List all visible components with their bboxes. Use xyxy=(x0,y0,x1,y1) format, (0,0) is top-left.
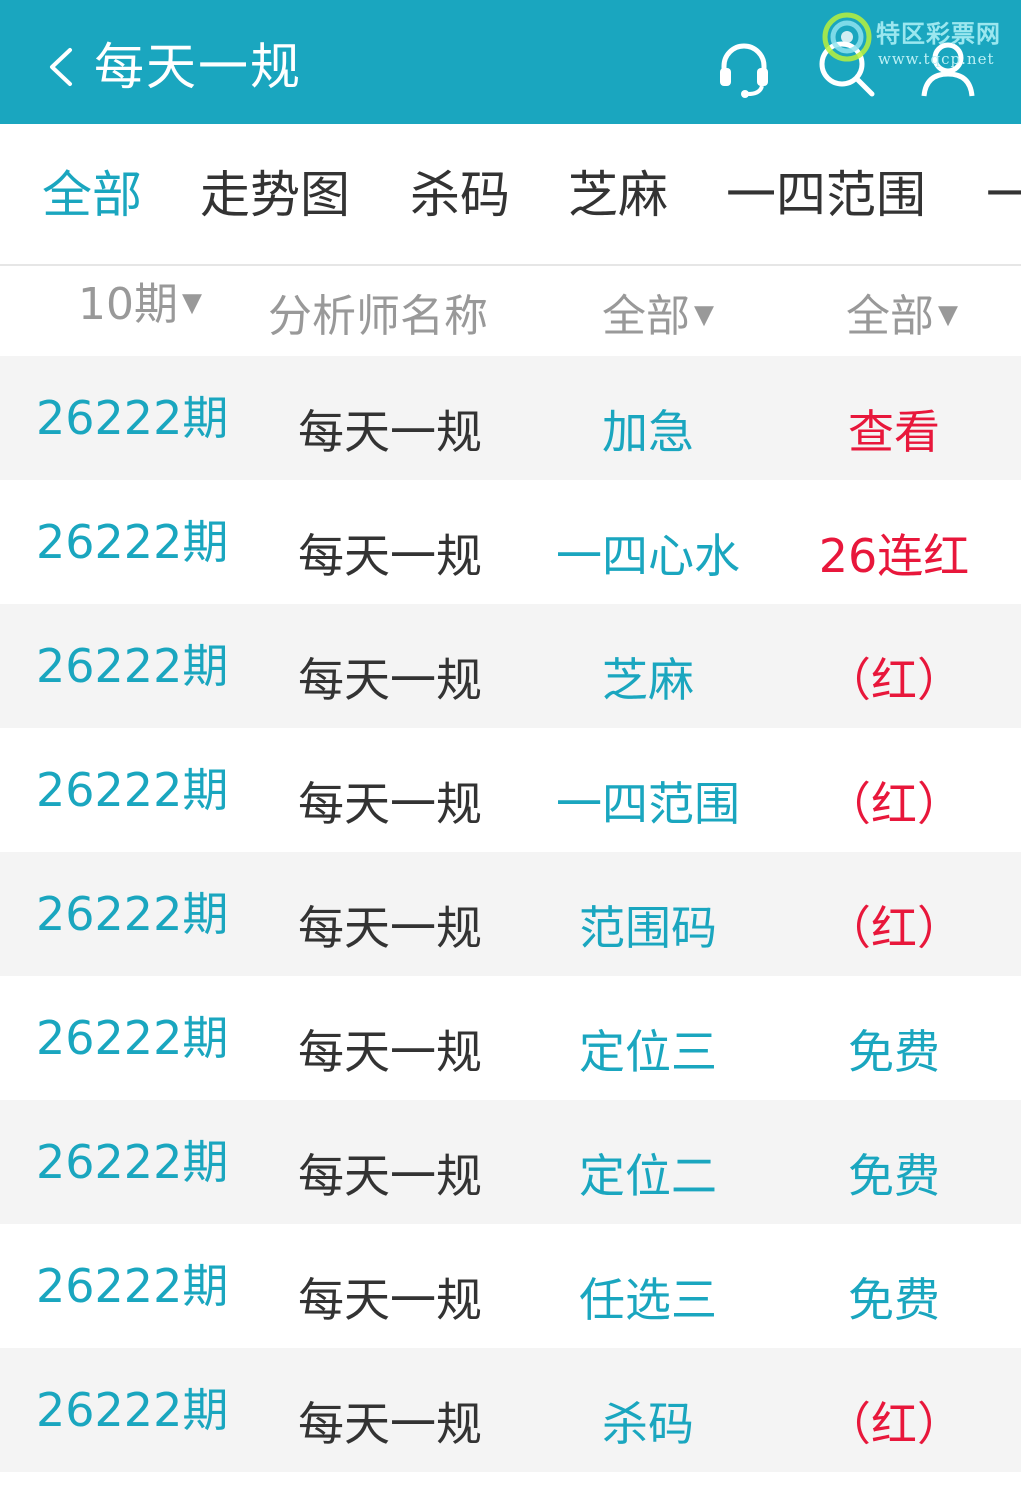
analyst-name: 每天一规 xyxy=(298,1025,482,1079)
analyst-name: 每天一规 xyxy=(298,1149,482,1203)
tab-more[interactable]: 一 xyxy=(986,162,1021,228)
status-text[interactable]: （红） xyxy=(784,650,1004,710)
status-text[interactable]: 免费 xyxy=(784,1146,1004,1206)
analyst-name: 每天一规 xyxy=(298,529,482,583)
analyst-name: 每天一规 xyxy=(298,901,482,955)
period-text: 26222期 xyxy=(36,1135,229,1189)
tab-all[interactable]: 全部 xyxy=(42,162,142,228)
tab-kill-code[interactable]: 杀码 xyxy=(410,162,510,228)
period-filter[interactable]: 10期 ▼ xyxy=(78,268,202,332)
dropdown-triangle-icon: ▼ xyxy=(938,300,958,330)
list-item[interactable]: 26222期 每天一规 芝麻 （红） xyxy=(0,604,1021,728)
watermark-logo-icon xyxy=(822,12,872,62)
status-text[interactable]: 查看 xyxy=(784,402,1004,462)
analyst-name: 每天一规 xyxy=(298,405,482,459)
period-text: 26222期 xyxy=(36,1383,229,1437)
period-text: 26222期 xyxy=(36,515,229,569)
category-link[interactable]: 一四范围 xyxy=(528,774,768,834)
analyst-name: 每天一规 xyxy=(298,777,482,831)
period-text: 26222期 xyxy=(36,391,229,445)
status-text[interactable]: 免费 xyxy=(784,1022,1004,1082)
list-item[interactable]: 26222期 每天一规 定位二 免费 xyxy=(0,1100,1021,1224)
watermark-site: www.tqcp.net xyxy=(878,50,995,68)
category-link[interactable]: 定位三 xyxy=(528,1022,768,1082)
status-text[interactable]: 免费 xyxy=(784,1270,1004,1330)
dropdown-triangle-icon: ▼ xyxy=(694,300,714,330)
page-title: 每天一规 xyxy=(94,38,302,96)
status-text[interactable]: （红） xyxy=(784,898,1004,958)
watermark-brand: 特区彩票网 xyxy=(876,20,1001,48)
filter-header: 10期 ▼ 分析师名称 全部 ▼ 全部 ▼ xyxy=(0,266,1021,356)
category-link[interactable]: 芝麻 xyxy=(528,650,768,710)
analyst-name: 每天一规 xyxy=(298,1273,482,1327)
list-item[interactable]: 26222期 每天一规 一四范围 （红） xyxy=(0,728,1021,852)
period-text: 26222期 xyxy=(36,763,229,817)
list-item[interactable]: 26222期 每天一规 杀码 （红） xyxy=(0,1348,1021,1472)
tab-zhima[interactable]: 芝麻 xyxy=(568,162,668,228)
tab-range[interactable]: 一四范围 xyxy=(726,162,926,228)
status-filter[interactable]: 全部 ▼ xyxy=(846,280,958,344)
category-filter-label: 全部 xyxy=(602,291,690,342)
category-link[interactable]: 加急 xyxy=(528,402,768,462)
watermark: 特区彩票网 www.tqcp.net xyxy=(822,10,1018,80)
period-text: 26222期 xyxy=(36,887,229,941)
list-item[interactable]: 26222期 每天一规 任选三 免费 xyxy=(0,1224,1021,1348)
category-tabs: 全部 走势图 杀码 芝麻 一四范围 一 xyxy=(0,124,1021,266)
period-filter-label: 10期 xyxy=(78,279,178,330)
status-text[interactable]: （红） xyxy=(784,1394,1004,1454)
list-item[interactable]: 26222期 每天一规 范围码 （红） xyxy=(0,852,1021,976)
list-item[interactable]: 26222期 每天一规 加急 查看 xyxy=(0,356,1021,480)
headset-icon[interactable] xyxy=(714,38,774,98)
tab-trend-chart[interactable]: 走势图 xyxy=(200,162,350,228)
period-text: 26222期 xyxy=(36,639,229,693)
dropdown-triangle-icon: ▼ xyxy=(182,288,202,318)
app-header: 每天一规 特区彩票网 www.tqcp.net xyxy=(0,0,1021,124)
list-item[interactable]: 26222期 每天一规 定位三 免费 xyxy=(0,976,1021,1100)
list-item[interactable]: 26222期 每天一规 一四心水 26连红 xyxy=(0,480,1021,604)
status-text[interactable]: 26连红 xyxy=(784,526,1004,586)
category-link[interactable]: 定位二 xyxy=(528,1146,768,1206)
category-link[interactable]: 任选三 xyxy=(528,1270,768,1330)
analyst-name: 每天一规 xyxy=(298,653,482,707)
analyst-name: 每天一规 xyxy=(298,1397,482,1451)
analyst-column-label: 分析师名称 xyxy=(268,291,488,342)
category-link[interactable]: 一四心水 xyxy=(528,526,768,586)
category-link[interactable]: 范围码 xyxy=(528,898,768,958)
category-link[interactable]: 杀码 xyxy=(528,1394,768,1454)
period-text: 26222期 xyxy=(36,1259,229,1313)
category-filter[interactable]: 全部 ▼ xyxy=(602,280,714,344)
status-filter-label: 全部 xyxy=(846,291,934,342)
chevron-left-icon[interactable] xyxy=(40,44,80,90)
period-text: 26222期 xyxy=(36,1011,229,1065)
status-text[interactable]: （红） xyxy=(784,774,1004,834)
results-list: 26222期 每天一规 加急 查看 26222期 每天一规 一四心水 26连红 … xyxy=(0,356,1021,1472)
